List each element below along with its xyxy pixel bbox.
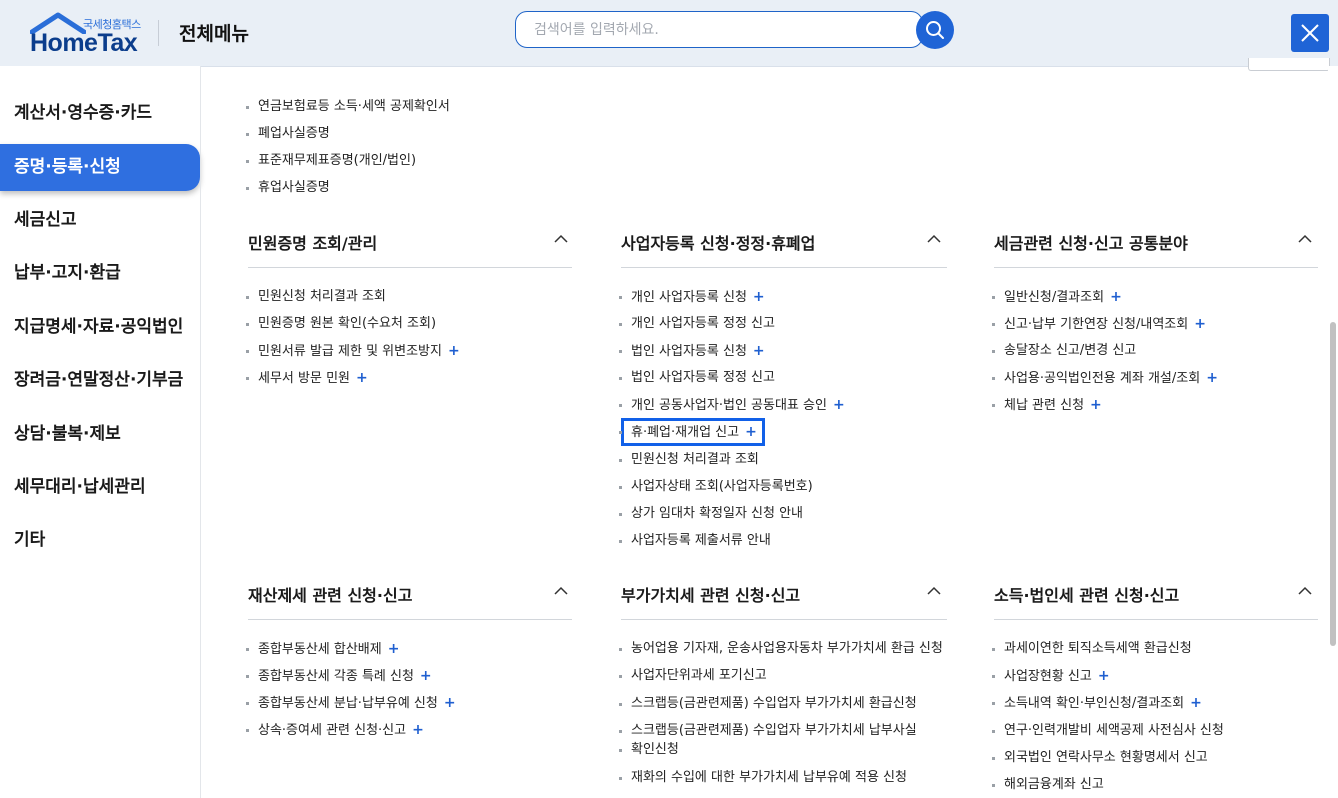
- chevron-up-icon[interactable]: [927, 586, 941, 596]
- section-title: 부가가치세 관련 신청·신고: [621, 586, 801, 605]
- plus-icon[interactable]: +: [1194, 316, 1206, 332]
- sidebar-item-payment[interactable]: 납부·고지·환급: [0, 250, 200, 297]
- list-item[interactable]: 일반신청/결과조회 +: [992, 288, 1122, 307]
- section-title: 민원증명 조회/관리: [248, 234, 378, 253]
- list-item[interactable]: 개인 사업자등록 정정 신고: [619, 315, 775, 333]
- section-divider: [248, 619, 572, 620]
- list-item[interactable]: 민원증명 원본 확인(수요처 조회): [246, 315, 436, 333]
- list-item[interactable]: 연구·인력개발비 세액공제 사전심사 신청: [992, 722, 1224, 740]
- scrollbar-thumb[interactable]: [1330, 322, 1336, 646]
- top-button-fragment[interactable]: [1248, 58, 1330, 71]
- list-item[interactable]: 해외금융계좌 신고: [992, 776, 1104, 794]
- sidebar-item-certificate[interactable]: 증명·등록·신청: [0, 144, 200, 191]
- list-item[interactable]: 사업자단위과세 포기신고: [619, 667, 767, 685]
- list-item[interactable]: 체납 관련 신청 +: [992, 396, 1102, 415]
- sidebar-item-incentive[interactable]: 장려금·연말정산·기부금: [0, 357, 200, 404]
- list-item[interactable]: 민원신청 처리결과 조회: [246, 288, 386, 306]
- list-item[interactable]: 외국법인 연락사무소 현황명세서 신고: [992, 749, 1208, 767]
- plus-icon[interactable]: +: [420, 668, 432, 684]
- header-bar: 국세청홈택스 HomeTax 전체메뉴: [0, 0, 1338, 67]
- plus-icon[interactable]: +: [388, 641, 400, 657]
- list-item[interactable]: 개인 사업자등록 신청 +: [619, 288, 765, 307]
- section-title: 재산제세 관련 신청·신고: [248, 586, 413, 605]
- chevron-up-icon[interactable]: [554, 234, 568, 244]
- section-divider: [994, 619, 1318, 620]
- plus-icon[interactable]: +: [1206, 370, 1218, 386]
- plus-icon[interactable]: +: [1098, 668, 1110, 684]
- sidebar-item-consult[interactable]: 상담·불복·제보: [0, 411, 200, 458]
- plus-icon[interactable]: +: [1090, 397, 1102, 413]
- list-item[interactable]: 농어업용 기자재, 운송사업용자동차 부가가치세 환급 신청: [619, 640, 943, 658]
- plus-icon[interactable]: +: [833, 397, 845, 413]
- list-item[interactable]: 사업자등록 제출서류 안내: [619, 532, 771, 550]
- section-divider: [994, 267, 1318, 268]
- chevron-up-icon[interactable]: [1298, 234, 1312, 244]
- plus-icon[interactable]: +: [745, 424, 757, 440]
- list-item[interactable]: 소득내역 확인·부인신청/결과조회 +: [992, 694, 1202, 713]
- sidebar-item-other[interactable]: 기타: [0, 517, 200, 564]
- plus-icon[interactable]: +: [444, 695, 456, 711]
- list-item[interactable]: 종합부동산세 합산배제 +: [246, 640, 399, 659]
- plus-icon[interactable]: +: [753, 289, 765, 305]
- search-button[interactable]: [916, 11, 954, 49]
- chevron-up-icon[interactable]: [1298, 586, 1312, 596]
- section-divider: [248, 267, 572, 268]
- list-item-continuation[interactable]: 확인신청: [619, 741, 679, 759]
- list-item[interactable]: 법인 사업자등록 신청 +: [619, 342, 765, 361]
- section-title: 세금관련 신청·신고 공통분야: [994, 234, 1188, 253]
- list-item[interactable]: 휴업사실증명: [246, 179, 330, 197]
- list-item[interactable]: 신고·납부 기한연장 신청/내역조회 +: [992, 315, 1206, 334]
- sidebar-item-agent[interactable]: 세무대리·납세관리: [0, 464, 200, 511]
- list-item[interactable]: 민원신청 처리결과 조회: [619, 451, 759, 469]
- sidebar-item-statement[interactable]: 지급명세·자료·공익법인: [0, 304, 200, 351]
- list-item[interactable]: 법인 사업자등록 정정 신고: [619, 369, 775, 387]
- list-item[interactable]: 개인 공동사업자·법인 공동대표 승인 +: [619, 396, 845, 415]
- list-item-highlighted[interactable]: 휴·폐업·재개업 신고 +: [619, 423, 757, 442]
- section-title: 사업자등록 신청·정정·휴폐업: [621, 234, 816, 253]
- list-item[interactable]: 사업용·공익법인전용 계좌 개설/조회 +: [992, 369, 1218, 388]
- page-title: 전체메뉴: [179, 23, 249, 45]
- section-divider: [621, 619, 947, 620]
- close-button[interactable]: [1291, 14, 1329, 52]
- list-item[interactable]: 스크랩등(금관련제품) 수입업자 부가가치세 납부사실: [619, 722, 917, 740]
- chevron-up-icon[interactable]: [927, 234, 941, 244]
- plus-icon[interactable]: +: [356, 370, 368, 386]
- list-item[interactable]: 스크랩등(금관련제품) 수입업자 부가가치세 환급신청: [619, 695, 917, 713]
- sidebar-item-tax-return[interactable]: 세금신고: [0, 197, 200, 244]
- header-divider: [158, 20, 159, 46]
- search-icon: [926, 21, 944, 39]
- list-item[interactable]: 과세이연한 퇴직소득세액 환급신청: [992, 640, 1192, 658]
- plus-icon[interactable]: +: [1110, 289, 1122, 305]
- sidebar-item-invoice[interactable]: 계산서·영수증·카드: [0, 90, 200, 137]
- list-item[interactable]: 송달장소 신고/변경 신고: [992, 342, 1136, 360]
- list-item[interactable]: 사업장현황 신고 +: [992, 667, 1110, 686]
- list-item[interactable]: 민원서류 발급 제한 및 위변조방지 +: [246, 342, 460, 361]
- list-item[interactable]: 종합부동산세 각종 특례 신청 +: [246, 667, 432, 686]
- plus-icon[interactable]: +: [412, 722, 424, 738]
- logo-text: HomeTax: [30, 29, 138, 57]
- list-item[interactable]: 상속·증여세 관련 신청·신고 +: [246, 721, 424, 740]
- sidebar-divider: [200, 66, 201, 798]
- list-item[interactable]: 폐업사실증명: [246, 125, 330, 143]
- plus-icon[interactable]: +: [753, 343, 765, 359]
- list-item[interactable]: 표준재무제표증명(개인/법인): [246, 152, 416, 170]
- section-title: 소득·법인세 관련 신청·신고: [994, 586, 1180, 605]
- chevron-up-icon[interactable]: [554, 586, 568, 596]
- list-item[interactable]: 세무서 방문 민원 +: [246, 369, 368, 388]
- list-item[interactable]: 상가 임대차 확정일자 신청 안내: [619, 505, 803, 523]
- list-item[interactable]: 연금보험료등 소득·세액 공제확인서: [246, 98, 450, 116]
- section-divider: [621, 267, 947, 268]
- sidebar: 계산서·영수증·카드 증명·등록·신청 세금신고 납부·고지·환급 지급명세·자…: [0, 66, 200, 798]
- hometax-logo[interactable]: 국세청홈택스 HomeTax: [26, 10, 146, 57]
- close-icon: [1301, 24, 1319, 42]
- list-item[interactable]: 종합부동산세 분납·납부유예 신청 +: [246, 694, 456, 713]
- list-item[interactable]: 재화의 수입에 대한 부가가치세 납부유예 적용 신청: [619, 769, 907, 787]
- plus-icon[interactable]: +: [1190, 695, 1202, 711]
- plus-icon[interactable]: +: [448, 343, 460, 359]
- search-input[interactable]: [515, 11, 923, 48]
- list-item[interactable]: 사업자상태 조회(사업자등록번호): [619, 478, 813, 496]
